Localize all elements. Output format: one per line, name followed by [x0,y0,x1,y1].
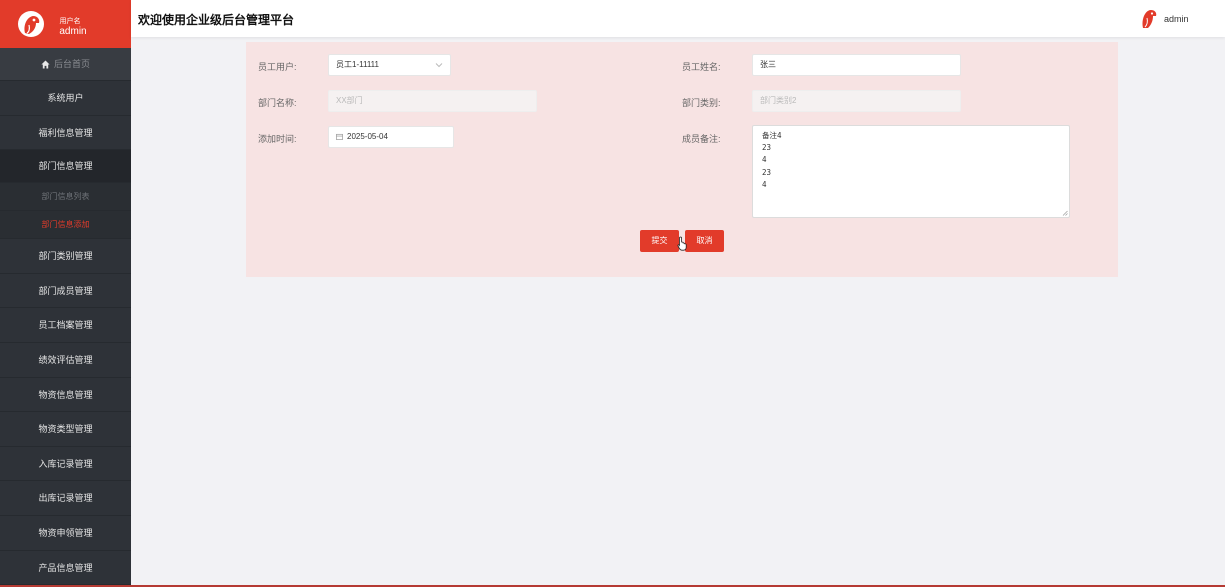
sidebar-item-material-claim[interactable]: 物资申领管理 [0,516,131,551]
add-time-field[interactable]: 2025-05-04 [328,126,454,148]
sidebar-item-label: 产品信息管理 [38,562,93,573]
avatar[interactable] [18,11,44,37]
dept-name-value: XX部门 [336,96,363,105]
add-time-value: 2025-05-04 [347,132,388,141]
member-note-label: 成员备注: [682,134,721,144]
calendar-icon [336,134,343,141]
employee-name-label: 员工姓名: [682,62,721,72]
sidebar-item-label: 员工档案管理 [38,320,93,331]
sidebar-subitem-dept-list[interactable]: 部门信息列表 [0,183,131,212]
sidebar-item-label: 部门信息管理 [38,161,93,172]
employee-name-value: 张三 [760,60,776,69]
sidebar-item-outbound[interactable]: 出库记录管理 [0,481,131,516]
sidebar-item-label: 入库记录管理 [38,458,93,469]
sidebar-item-label: 后台首页 [53,59,90,69]
resize-handle-icon[interactable] [1062,210,1068,216]
sidebar-item-label: 部门成员管理 [38,285,93,296]
sidebar-item-label: 部门信息列表 [41,192,90,202]
submit-button[interactable]: 提交 [640,230,679,252]
sidebar-item-label: 物资信息管理 [38,389,93,400]
sidebar-subitem-dept-add[interactable]: 部门信息添加 [0,211,131,240]
member-note-value: 备注4 23 4 23 4 [762,131,782,189]
dept-type-value: 部门类别2 [760,96,797,105]
sidebar-item-label: 绩效评估管理 [38,354,93,365]
sidebar-item-dept-member[interactable]: 部门成员管理 [0,274,131,309]
sidebar-item-dept-type[interactable]: 部门类别管理 [0,239,131,274]
sidebar-item-system-users[interactable]: 系统用户 [0,81,131,116]
sidebar-item-inbound[interactable]: 入库记录管理 [0,447,131,482]
employee-user-label: 员工用户: [258,62,297,72]
sidebar-item-employee-file[interactable]: 员工档案管理 [0,308,131,343]
sidebar-brand: 用户名 admin [0,0,131,48]
username: admin [59,26,87,37]
header: 欢迎使用企业级后台管理平台 admin [131,0,1225,37]
sidebar-item-product-info[interactable]: 产品信息管理 [0,551,131,586]
chevron-down-icon [435,63,443,68]
sidebar-item-label: 出库记录管理 [38,493,93,504]
employee-name-field[interactable]: 张三 [752,54,961,76]
sidebar-item-welfare[interactable]: 福利信息管理 [0,116,131,151]
dept-name-label: 部门名称: [258,98,297,108]
employee-user-value: 员工1-11111 [336,60,379,69]
sidebar-item-label: 部门类别管理 [38,251,93,262]
dept-name-field: XX部门 [328,90,537,112]
header-username[interactable]: admin [1164,14,1189,24]
sidebar-item-dept-info[interactable]: 部门信息管理 [0,150,131,184]
cancel-button[interactable]: 取消 [685,230,724,252]
dept-type-field: 部门类别2 [752,90,961,112]
sidebar: 用户名 admin 后台首页 系统用户 福利信息管理 部门信息管理 部门信息列表… [0,0,131,587]
sidebar-item-label: 福利信息管理 [38,127,93,138]
sidebar-item-material-info[interactable]: 物资信息管理 [0,378,131,413]
username-label: 用户名 [59,18,81,25]
page-title: 欢迎使用企业级后台管理平台 [138,13,295,27]
sidebar-item-label: 物资申领管理 [38,527,93,538]
dept-type-label: 部门类别: [682,98,721,108]
sidebar-item-material-type[interactable]: 物资类型管理 [0,412,131,447]
hand-cursor-icon [677,236,687,251]
sidebar-item-label: 物资类型管理 [38,424,93,435]
add-time-label: 添加时间: [258,134,297,144]
home-icon [41,60,50,69]
sidebar-item-label: 部门信息添加 [41,220,90,230]
sidebar-item-label: 系统用户 [47,93,84,103]
employee-user-select[interactable]: 员工1-11111 [328,54,451,76]
sidebar-item-performance[interactable]: 绩效评估管理 [0,343,131,378]
member-note-textarea[interactable]: 备注4 23 4 23 4 [752,125,1070,218]
sidebar-item-home[interactable]: 后台首页 [0,48,131,81]
user-avatar-icon[interactable] [1139,8,1159,29]
